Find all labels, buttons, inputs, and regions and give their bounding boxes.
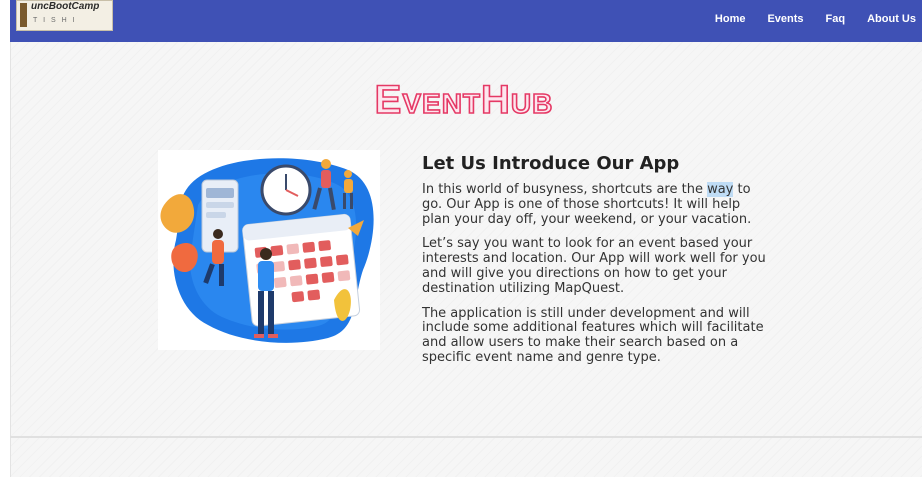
intro-paragraph-3: The application is still under developme…	[422, 305, 764, 365]
main-nav: Home Events Faq About Us	[693, 13, 922, 25]
eventhub-brand-logo: EventHub	[374, 77, 554, 120]
intro-heading: Let Us Introduce Our App	[422, 153, 680, 174]
logo-subtitle: T I S H I	[33, 17, 77, 24]
calendar-planning-illustration	[158, 150, 380, 350]
footer-divider	[10, 436, 922, 438]
text-selection-highlight: way	[707, 182, 734, 197]
site-logo[interactable]: uncBootCamp T I S H I	[16, 0, 113, 31]
intro-paragraph-1: In this world of busyness, shortcuts are…	[422, 182, 772, 227]
app-intro-section: Let Us Introduce Our App In this world o…	[422, 153, 772, 376]
nav-link-faq[interactable]: Faq	[826, 13, 846, 25]
nav-link-events[interactable]: Events	[767, 13, 803, 25]
nav-link-about-us[interactable]: About Us	[867, 13, 916, 25]
nav-link-home[interactable]: Home	[715, 13, 746, 25]
top-navbar: uncBootCamp T I S H I Home Events Faq Ab…	[10, 0, 922, 42]
intro-p1-start: In this world of busyness, shortcuts are…	[422, 182, 708, 197]
logo-title: uncBootCamp	[31, 1, 100, 12]
brand-title: EventHub	[375, 78, 554, 120]
logo-mark-icon	[20, 3, 27, 27]
intro-paragraph-2: Let’s say you want to look for an event …	[422, 236, 766, 296]
